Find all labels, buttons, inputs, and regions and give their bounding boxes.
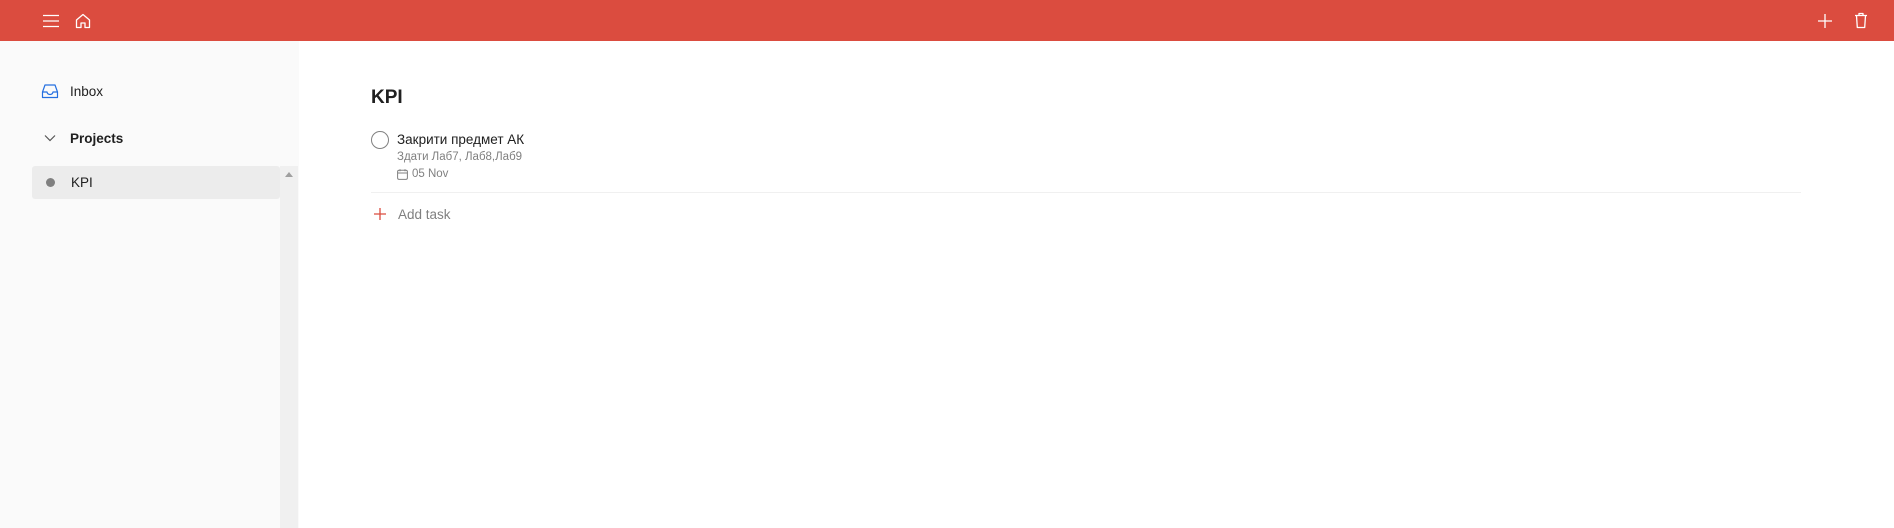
top-bar bbox=[0, 0, 1894, 41]
project-color-dot bbox=[46, 178, 55, 187]
main-content: KPI Закрити предмет АК Здати Лаб7, Лаб8,… bbox=[299, 41, 1894, 528]
calendar-icon bbox=[397, 168, 408, 180]
add-task-label: Add task bbox=[398, 206, 451, 222]
project-list: KPI bbox=[32, 166, 280, 528]
chevron-down-icon[interactable] bbox=[40, 128, 60, 148]
inbox-icon bbox=[40, 81, 60, 101]
task-description: Здати Лаб7, Лаб8,Лаб9 bbox=[397, 151, 523, 163]
sidebar-item-kpi[interactable]: KPI bbox=[32, 166, 280, 199]
trash-icon[interactable] bbox=[1846, 0, 1876, 41]
project-label: KPI bbox=[71, 175, 93, 190]
plus-icon[interactable] bbox=[1810, 0, 1840, 41]
sidebar: Inbox Projects KPI bbox=[0, 41, 299, 528]
sidebar-item-label: Inbox bbox=[70, 83, 104, 99]
task-item: Закрити предмет АК Здати Лаб7, Лаб8,Лаб9… bbox=[371, 129, 1801, 193]
scroll-up-arrow-icon[interactable] bbox=[280, 166, 298, 182]
task-title[interactable]: Закрити предмет АК bbox=[397, 132, 524, 147]
page-title: KPI bbox=[371, 87, 403, 108]
plus-icon bbox=[371, 205, 389, 223]
task-due-date[interactable]: 05 Nov bbox=[397, 168, 448, 180]
task-due-label: 05 Nov bbox=[412, 168, 449, 180]
home-icon[interactable] bbox=[68, 0, 98, 41]
hamburger-menu-icon[interactable] bbox=[36, 0, 66, 41]
sidebar-item-inbox[interactable]: Inbox bbox=[40, 78, 103, 104]
projects-label: Projects bbox=[70, 130, 124, 146]
sidebar-scrollbar[interactable] bbox=[280, 166, 298, 528]
sidebar-projects-header[interactable]: Projects bbox=[40, 125, 123, 151]
add-task-button[interactable]: Add task bbox=[371, 203, 451, 225]
task-complete-checkbox[interactable] bbox=[371, 131, 389, 149]
